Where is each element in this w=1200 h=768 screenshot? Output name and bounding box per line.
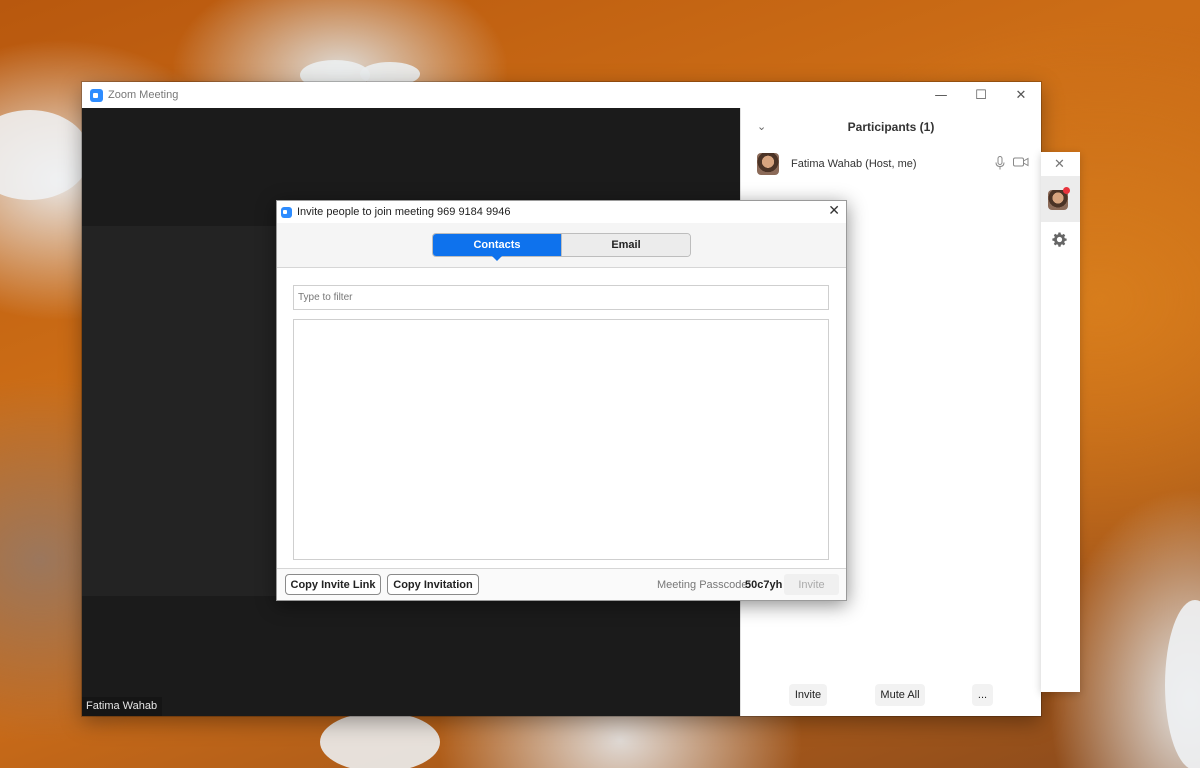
tab-email[interactable]: Email bbox=[561, 234, 690, 256]
tab-contacts[interactable]: Contacts bbox=[433, 234, 561, 261]
participants-header: ⌄ Participants (1) bbox=[741, 108, 1041, 146]
passcode-value: 50c7yh bbox=[745, 579, 783, 591]
close-icon[interactable]: ✕ bbox=[1054, 156, 1065, 172]
participant-row[interactable]: Fatima Wahab (Host, me) bbox=[741, 146, 1041, 182]
copy-invitation-button[interactable]: Copy Invitation bbox=[387, 574, 479, 595]
mute-all-button[interactable]: Mute All bbox=[875, 684, 925, 706]
participants-footer: Invite Mute All ... bbox=[741, 684, 1042, 706]
microphone-icon[interactable] bbox=[995, 156, 1005, 170]
background-flower bbox=[0, 110, 90, 200]
zoom-logo-icon bbox=[281, 206, 292, 218]
zoom-logo-icon bbox=[90, 88, 103, 102]
participant-name: Fatima Wahab (Host, me) bbox=[791, 158, 917, 170]
invite-dialog: Invite people to join meeting 969 9184 9… bbox=[276, 200, 847, 601]
participant-name-tag: Fatima Wahab bbox=[82, 697, 163, 716]
maximize-button[interactable]: ☐ bbox=[961, 82, 1001, 108]
window-title: Zoom Meeting bbox=[108, 89, 179, 101]
participant-status-icons bbox=[995, 156, 1029, 170]
dialog-title: Invite people to join meeting 969 9184 9… bbox=[297, 206, 511, 218]
dialog-tabbar: Contacts Email bbox=[277, 223, 846, 268]
background-flower bbox=[1165, 600, 1200, 768]
video-camera-icon[interactable] bbox=[1013, 156, 1029, 168]
avatar bbox=[757, 153, 779, 175]
passcode-label: Meeting Passcode: bbox=[657, 579, 751, 591]
invite-participants-button[interactable]: Invite bbox=[789, 684, 827, 706]
dialog-close-button[interactable]: ✕ bbox=[828, 203, 840, 219]
chevron-down-icon[interactable]: ⌄ bbox=[757, 120, 766, 133]
close-button[interactable]: ✕ bbox=[1001, 82, 1041, 108]
window-controls: — ☐ ✕ bbox=[921, 82, 1041, 108]
minimize-button[interactable]: — bbox=[921, 82, 961, 108]
invite-button[interactable]: Invite bbox=[784, 574, 839, 595]
window-titlebar: Zoom Meeting — ☐ ✕ bbox=[82, 82, 1041, 108]
background-flower bbox=[320, 712, 440, 768]
notification-dot-icon bbox=[1063, 187, 1070, 194]
gear-icon[interactable] bbox=[1052, 232, 1067, 247]
dialog-footer: Copy Invite Link Copy Invitation Meeting… bbox=[277, 568, 846, 600]
participants-title: Participants (1) bbox=[847, 120, 935, 134]
copy-invite-link-button[interactable]: Copy Invite Link bbox=[285, 574, 381, 595]
contact-filter-input[interactable] bbox=[293, 285, 829, 310]
dialog-titlebar: Invite people to join meeting 969 9184 9… bbox=[277, 201, 846, 223]
segmented-tabs: Contacts Email bbox=[432, 233, 691, 261]
more-options-button[interactable]: ... bbox=[972, 684, 993, 706]
contact-list[interactable] bbox=[293, 319, 829, 560]
side-panel: ✕ bbox=[1041, 152, 1080, 692]
